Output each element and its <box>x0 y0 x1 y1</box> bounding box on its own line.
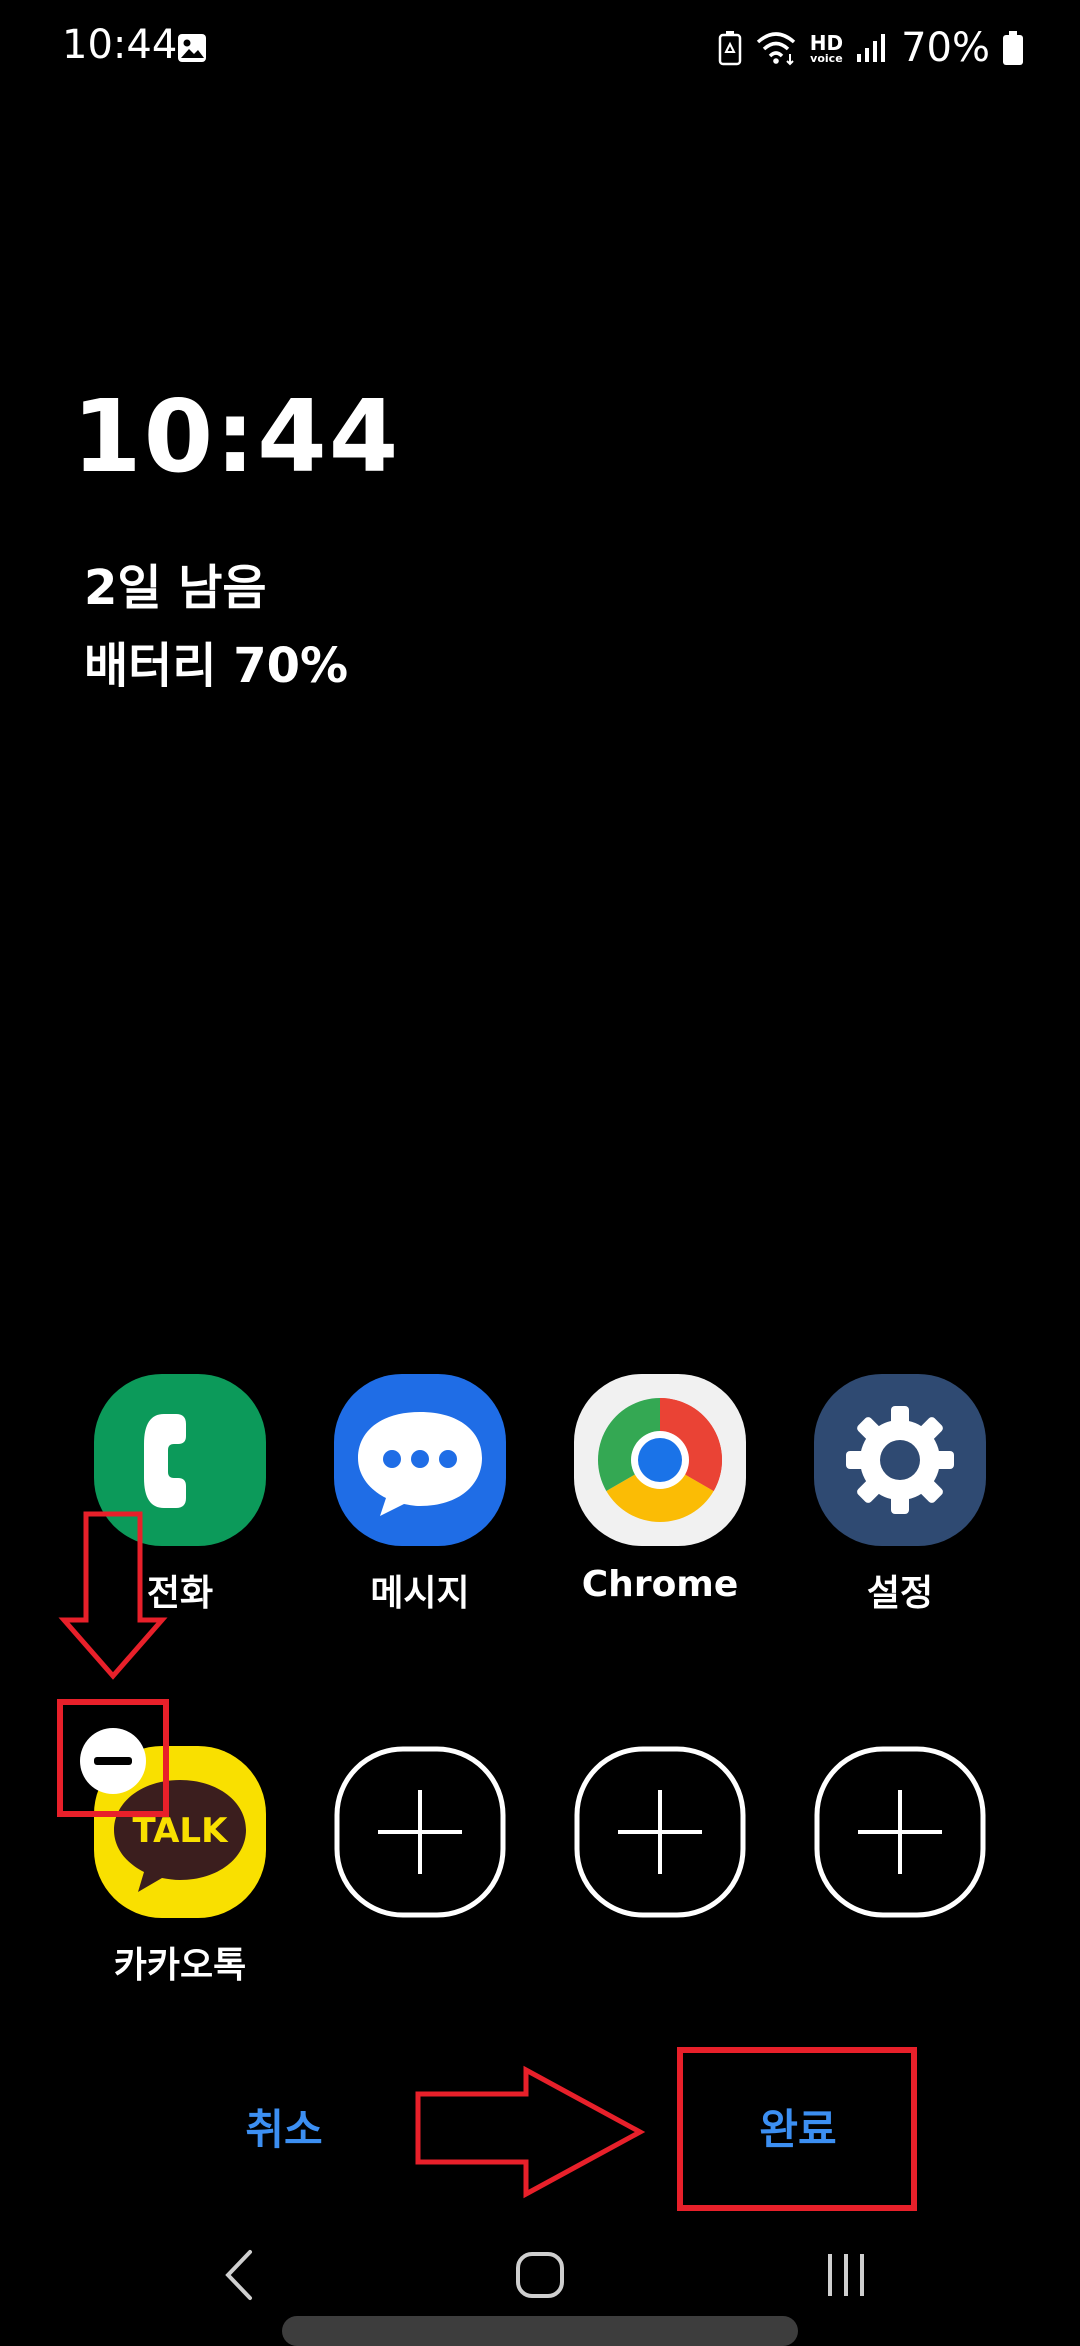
chrome-icon <box>574 1374 746 1546</box>
status-bar: 10:44 HD voice 70% <box>0 0 1080 100</box>
message-icon <box>334 1374 506 1546</box>
hd-voice-top: HD <box>809 30 844 55</box>
recent-apps-icon[interactable] <box>820 2248 874 2302</box>
back-icon[interactable] <box>216 2246 266 2304</box>
phone-icon <box>94 1374 266 1546</box>
status-icons: HD voice 70% <box>718 22 1024 74</box>
app-label-messages: 메시지 <box>370 1573 470 1614</box>
app-label-kakaotalk: 카카오톡 <box>113 1945 247 1986</box>
cancel-button[interactable]: 취소 <box>184 2096 384 2157</box>
hd-voice-bottom: voice <box>810 51 843 65</box>
annotation-right-arrow <box>415 2065 646 2199</box>
app-phone[interactable]: 전화 <box>94 1374 266 1614</box>
app-messages[interactable]: 메시지 <box>334 1374 506 1614</box>
remove-app-icon[interactable] <box>78 1726 148 1796</box>
app-label-chrome: Chrome <box>581 1564 739 1605</box>
status-time: 10:44 <box>62 22 178 68</box>
battery-remaining: 2일 남음 <box>84 560 267 616</box>
wifi-icon <box>756 32 795 66</box>
gallery-icon <box>178 34 206 62</box>
annotation-overlay <box>57 1511 917 2211</box>
app-label-phone: 전화 <box>146 1573 214 1614</box>
battery-level: 배터리 70% <box>84 638 349 694</box>
app-chrome[interactable]: Chrome <box>574 1374 746 1605</box>
done-button[interactable]: 완료 <box>698 2096 898 2157</box>
add-slot-button-1[interactable] <box>334 1746 506 1918</box>
app-label-settings: 설정 <box>866 1573 934 1614</box>
battery-percent: 70% <box>901 25 990 71</box>
home-indicator <box>282 2316 798 2346</box>
kakaotalk-icon-text: TALK <box>133 1811 230 1851</box>
add-slot-button-2[interactable] <box>574 1746 746 1918</box>
battery-saver-icon <box>718 31 741 66</box>
app-settings[interactable]: 설정 <box>814 1374 986 1614</box>
battery-icon <box>1003 31 1023 65</box>
hd-voice-icon: HD voice <box>810 33 843 64</box>
lock-clock: 10:44 <box>72 378 401 495</box>
add-slot-button-3[interactable] <box>814 1746 986 1918</box>
signal-icon <box>857 34 886 62</box>
home-icon[interactable] <box>514 2250 568 2300</box>
settings-icon <box>814 1374 986 1546</box>
